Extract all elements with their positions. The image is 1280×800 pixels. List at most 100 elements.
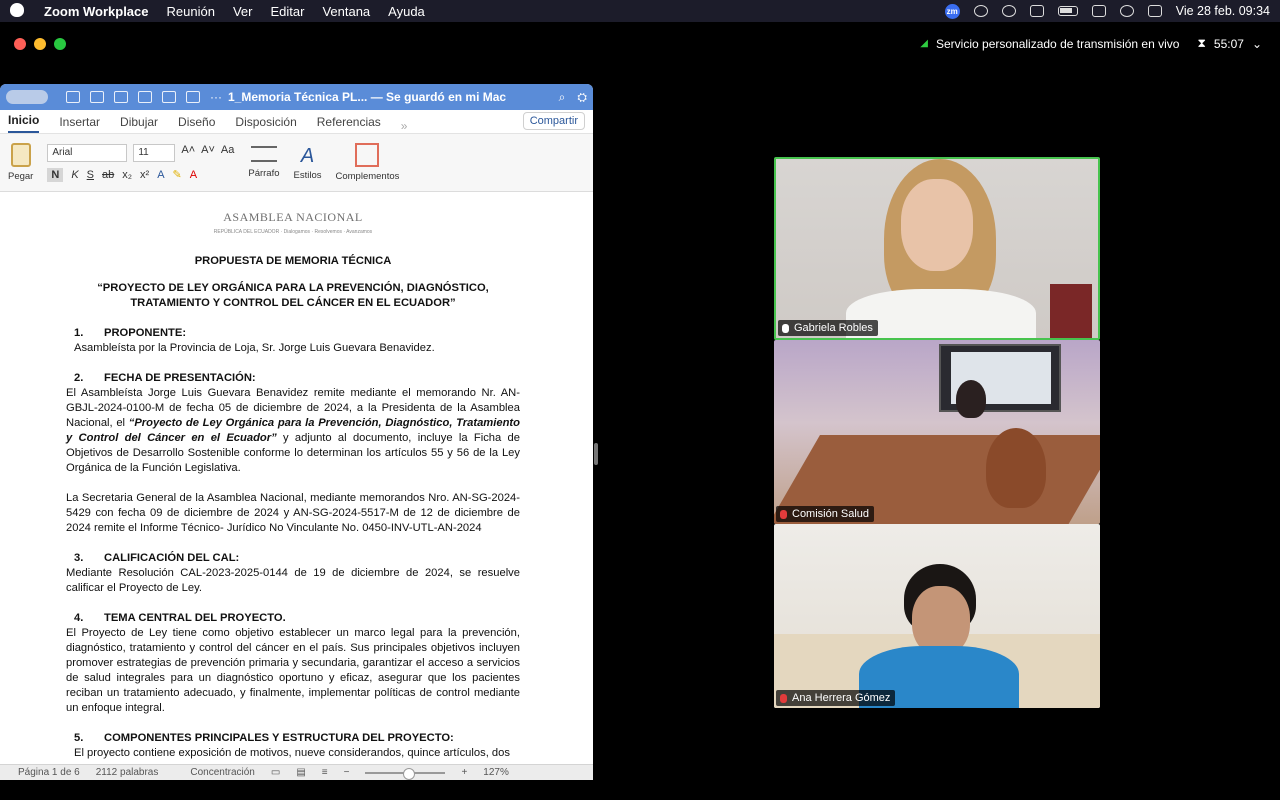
web-layout-icon[interactable]: ▤ [296,767,305,778]
italic-button[interactable]: K [71,169,78,181]
subscript-button[interactable]: x₂ [122,169,132,181]
ribbon: Pegar Arial 11 A˄ A˅ Aa N K S ab x₂ x² A… [0,134,593,192]
addins-label: Complementos [335,171,400,182]
share-button[interactable]: Compartir [522,112,585,130]
tab-disposicion[interactable]: Disposición [235,115,296,133]
styles-group[interactable]: A Estilos [294,145,322,181]
font-size-select[interactable]: 11 [133,143,176,162]
document-title: 1_Memoria Técnica PL... — Se guardó en m… [228,90,507,104]
ribbon-tabs: Inicio Insertar Dibujar Diseño Disposici… [0,110,593,134]
video-tile-active-speaker[interactable]: Gabriela Robles [774,157,1100,340]
shared-word-window: ··· 1_Memoria Técnica PL... — Se guardó … [0,84,593,780]
outline-icon[interactable]: ≡ [322,767,328,778]
headphones-icon[interactable] [1001,5,1016,17]
document-heading: PROPUESTA DE MEMORIA TÉCNICA [194,255,392,267]
save-icon[interactable] [162,91,176,103]
menu-item-ver[interactable]: Ver [233,4,253,19]
titlebar-right-icons: ⌕ ⛭ [559,90,587,105]
styles-label: Estilos [293,169,322,181]
section-heading: 3. CALIFICACIÓN DEL CAL: [74,552,240,564]
section-text: Mediante Resolución CAL-2023-2025-0144 d… [66,567,520,594]
screen-share-icon[interactable] [973,5,988,17]
section-heading: 2. FECHA DE PRESENTACIÓN: [74,372,256,384]
zoom-level[interactable]: 127% [483,767,509,778]
video-tile[interactable]: Ana Herrera Gómez [774,524,1100,708]
menu-item-ventana[interactable]: Ventana [322,4,370,19]
section-text: La Secretaria General de la Asamblea Nac… [66,492,520,534]
highlight-icon[interactable]: ✎ [173,168,182,181]
zoom-status-icon[interactable]: zm [944,3,960,19]
paragraph-label: Párrafo [248,168,280,179]
section-text: El Asambleísta Jorge Luis Guevara Benavi… [66,387,520,474]
tab-dibujar[interactable]: Dibujar [120,115,158,133]
redo-icon[interactable] [114,91,128,103]
window-controls [14,38,66,50]
tab-insertar[interactable]: Insertar [59,115,100,133]
zoom-out-icon[interactable]: − [344,767,350,778]
font-grow-icon[interactable]: A˄ [181,144,195,162]
bold-button[interactable]: N [47,167,64,182]
minimize-window-button[interactable] [34,38,46,50]
participant-name-tag: Comisión Salud [776,506,875,522]
video-tile[interactable]: Comisión Salud [774,340,1100,524]
meeting-timer: 55:07 [1213,36,1244,51]
menu-item-editar[interactable]: Editar [270,4,304,19]
change-case-icon[interactable]: Aa [221,144,234,162]
zoom-window: ◢ Servicio personalizado de transmisión … [0,22,1280,800]
live-stream-icon: ◢ [920,38,928,49]
search-icon[interactable]: ⌕ [559,90,566,105]
font-group: Arial 11 A˄ A˅ Aa N K S ab x₂ x² A ✎ A [47,143,234,182]
edit-icon[interactable] [186,91,200,103]
menu-clock[interactable]: Vie 28 feb. 09:34 [1176,4,1270,18]
zoom-in-icon[interactable]: + [461,767,467,778]
menu-app-name[interactable]: Zoom Workplace [44,4,149,19]
superscript-button[interactable]: x² [140,169,149,181]
paragraph-group[interactable]: Párrafo [248,146,280,179]
focus-mode-button[interactable]: Concentración [190,767,254,778]
meeting-timer-icon: ⧗ [1197,36,1206,50]
split-view-handle[interactable] [594,443,598,465]
print-layout-icon[interactable]: ▭ [271,767,280,778]
more-tabs-icon[interactable]: » [401,119,408,133]
page-count[interactable]: Página 1 de 6 [18,767,80,778]
close-window-button[interactable] [14,38,26,50]
font-name-select[interactable]: Arial [47,143,128,162]
tab-diseno[interactable]: Diseño [178,115,215,133]
paste-group[interactable]: Pegar [8,143,33,182]
tab-inicio[interactable]: Inicio [8,113,40,133]
strikethrough-button[interactable]: ab [102,169,114,181]
battery-icon[interactable] [1057,6,1078,16]
menu-bar: Zoom Workplace Reunión Ver Editar Ventan… [0,0,1280,22]
chevron-down-icon[interactable]: ⌄ [1252,37,1262,51]
section-heading: 5. COMPONENTES PRINCIPALES Y ESTRUCTURA D… [74,732,454,744]
text-effects-icon[interactable]: A [157,169,164,181]
font-color-icon[interactable]: A [190,169,197,181]
section-text: El proyecto contiene exposición de motiv… [74,747,510,759]
share-link-icon[interactable]: ⛭ [577,90,587,105]
asamblea-logo-subtitle: REPÚBLICA DEL ECUADOR · Dialogamos · Res… [213,229,373,235]
apple-icon[interactable] [10,3,24,17]
wifi-icon[interactable] [1091,5,1106,17]
document-page[interactable]: ASAMBLEA NACIONAL REPÚBLICA DEL ECUADOR … [0,198,593,764]
sidebar-toggle-icon[interactable] [6,90,48,104]
underline-button[interactable]: S [87,169,94,181]
menu-item-ayuda[interactable]: Ayuda [388,4,425,19]
addins-group[interactable]: Complementos [335,143,400,182]
print-icon[interactable] [138,91,152,103]
zoom-slider[interactable] [365,767,446,780]
word-count[interactable]: 2112 palabras [96,767,159,778]
more-icon[interactable]: ··· [210,90,222,104]
background-chair [1050,284,1092,338]
tab-referencias[interactable]: Referencias [317,115,381,133]
mic-muted-icon [780,510,787,519]
home-icon[interactable] [66,91,80,103]
undo-icon[interactable] [90,91,104,103]
font-shrink-icon[interactable]: A˅ [201,144,215,162]
bluetooth-icon[interactable] [1029,5,1044,17]
menu-item-reunion[interactable]: Reunión [167,4,215,19]
paste-label: Pegar [8,171,34,182]
control-center-icon[interactable] [1147,5,1162,17]
user-icon[interactable] [1119,5,1134,17]
fullscreen-window-button[interactable] [54,38,66,50]
live-stream-bar[interactable]: ◢ Servicio personalizado de transmisión … [920,36,1262,51]
